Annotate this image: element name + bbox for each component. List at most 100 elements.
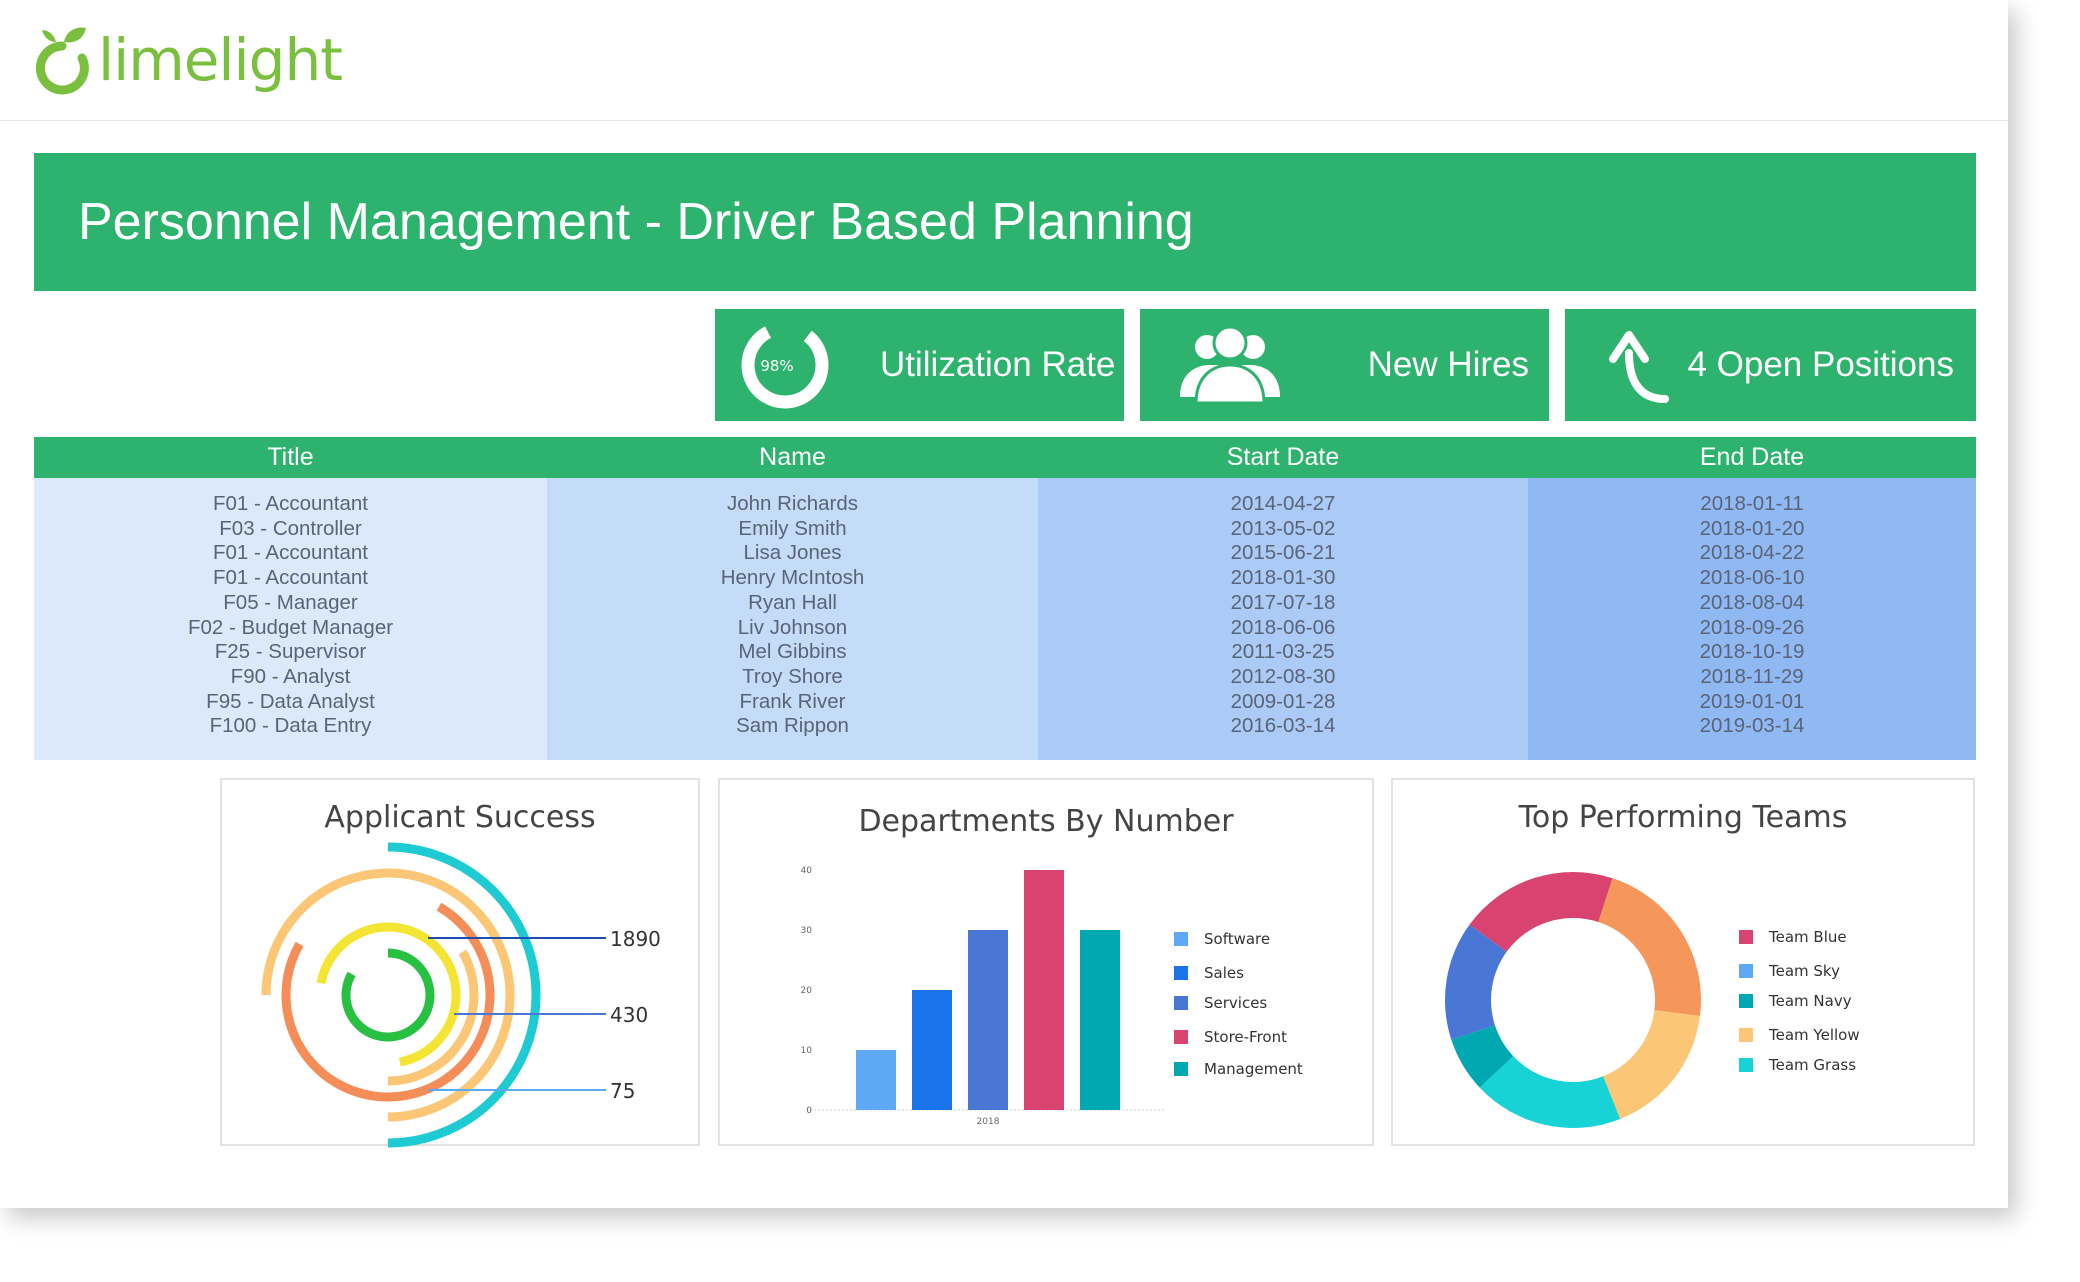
teams-chart (1445, 872, 1701, 1128)
legend-item[interactable]: Team Navy (1739, 992, 1852, 1010)
legend-item[interactable]: Team Yellow (1739, 1026, 1860, 1044)
kpi-new-hires-label: New Hires (1367, 345, 1529, 384)
legend-item[interactable]: Team Blue (1739, 928, 1847, 946)
departments-chart: 0 10 20 30 40 2018 (801, 866, 1166, 1127)
cell-end-date: 2018-01-20 (1699, 516, 1805, 540)
cell-end-date: 2018-08-04 (1699, 590, 1805, 614)
bar[interactable] (1080, 930, 1120, 1110)
cell-title: F01 - Accountant (213, 541, 368, 565)
kpi-utilization-label: Utilization Rate (880, 345, 1116, 384)
annotation-label: 430 (610, 1003, 648, 1027)
cell-start-date: 2013-05-02 (1230, 516, 1336, 540)
legend-item[interactable]: Sales (1174, 964, 1244, 982)
column-start-dates: 2014-04-27 2013-05-02 2015-06-21 2018-01-30… (1038, 478, 1528, 760)
cell-name: Frank River (739, 689, 846, 713)
arrow-up-curved-icon (1609, 331, 1669, 403)
cell-end-date: 2018-06-10 (1699, 566, 1805, 590)
legend-label: Sales (1204, 964, 1244, 982)
cell-name: Sam Rippon (736, 714, 849, 738)
radial-ring (341, 948, 435, 1042)
legend-swatch (1174, 966, 1188, 980)
page-title: Personnel Management - Driver Based Plan… (78, 193, 1194, 251)
teams-card: Top Performing Teams Team Blue Team Sky Te… (1391, 778, 1975, 1146)
utilization-percent: 98% (760, 357, 793, 375)
cell-start-date: 2015-06-21 (1230, 541, 1336, 565)
cell-name: Lisa Jones (743, 541, 842, 565)
kpi-open-positions-label: 4 Open Positions (1687, 345, 1954, 384)
cell-end-date: 2018-01-11 (1700, 492, 1804, 515)
cell-title: F25 - Supervisor (214, 640, 367, 664)
legend-label: Store-Front (1204, 1028, 1287, 1046)
cell-title: F01 - Accountant (213, 566, 368, 590)
column-header-name[interactable]: Name (547, 437, 1038, 478)
legend-swatch (1174, 1062, 1188, 1076)
cell-end-date: 2018-11-29 (1700, 664, 1804, 688)
cell-start-date: 2017-07-18 (1230, 590, 1336, 614)
cell-end-date: 2018-10-19 (1699, 640, 1805, 664)
kpi-new-hires[interactable]: New Hires (1140, 309, 1549, 421)
y-tick-label: 10 (801, 1046, 813, 1056)
legend-swatch (1174, 996, 1188, 1010)
cell-title: F02 - Budget Manager (187, 615, 394, 639)
column-header-start-date[interactable]: Start Date (1038, 437, 1528, 478)
cell-start-date: 2018-01-30 (1230, 566, 1336, 590)
column-header-end-date[interactable]: End Date (1528, 437, 1976, 478)
cell-end-date: 2019-01-01 (1699, 689, 1805, 713)
table-header: Title Name Start Date End Date (34, 437, 1976, 478)
logo[interactable]: limelight (26, 20, 343, 100)
table-body: F01 - Accountant F03 - Controller F01 - Ac… (34, 478, 1976, 760)
y-tick-label: 30 (801, 926, 813, 936)
legend-label: Team Blue (1769, 928, 1847, 946)
legend-swatch (1174, 932, 1188, 946)
donut-slice[interactable] (1469, 872, 1613, 952)
legend-item[interactable]: Team Sky (1739, 962, 1840, 980)
bar[interactable] (856, 1050, 896, 1110)
bar[interactable] (968, 930, 1008, 1110)
column-end-dates: 2018-01-11 2018-01-20 2018-04-22 2018-06-10… (1528, 478, 1976, 760)
legend-item[interactable]: Team Grass (1739, 1056, 1856, 1074)
cell-start-date: 2011-03-25 (1231, 640, 1335, 664)
legend-item[interactable]: Software (1174, 930, 1270, 948)
cell-title: F05 - Manager (223, 590, 358, 614)
cell-name: Troy Shore (742, 664, 843, 688)
legend-label: Team Yellow (1769, 1026, 1860, 1044)
legend-label: Team Sky (1769, 962, 1840, 980)
legend-swatch (1174, 1030, 1188, 1044)
legend-swatch (1739, 1028, 1753, 1042)
bar[interactable] (912, 990, 952, 1110)
legend-swatch (1739, 930, 1753, 944)
cell-name: Ryan Hall (748, 590, 837, 614)
legend-label: Management (1204, 1060, 1303, 1078)
departments-card: Departments By Number 0 10 20 30 40 2018 Soft… (718, 778, 1374, 1146)
applicant-success-card: Applicant Success 1890 430 75 (220, 778, 700, 1148)
ring-gauge-icon: 98% (741, 321, 829, 409)
cell-name: Emily Smith (738, 516, 847, 540)
users-group-icon (1180, 325, 1280, 405)
column-header-title[interactable]: Title (34, 437, 547, 478)
legend-item[interactable]: Services (1174, 994, 1267, 1012)
kpi-open-positions[interactable]: 4 Open Positions (1565, 309, 1976, 421)
page-banner: Personnel Management - Driver Based Plan… (34, 153, 1976, 291)
kpi-utilization-rate[interactable]: 98% Utilization Rate (715, 309, 1124, 421)
cell-title: F01 - Accountant (213, 492, 368, 515)
top-bar: limelight (0, 0, 2008, 121)
cell-start-date: 2012-08-30 (1230, 664, 1336, 688)
cell-name: Liv Johnson (737, 615, 848, 639)
cell-end-date: 2019-03-14 (1699, 714, 1805, 738)
cell-name: Mel Gibbins (738, 640, 847, 664)
legend-label: Team Navy (1769, 992, 1852, 1010)
y-tick-label: 20 (801, 986, 813, 996)
legend-label: Services (1204, 994, 1268, 1012)
bar[interactable] (1024, 870, 1064, 1110)
donut-slice[interactable] (1598, 878, 1701, 1017)
legend-item[interactable]: Store-Front (1174, 1028, 1287, 1046)
cell-end-date: 2018-04-22 (1699, 541, 1805, 565)
donut-slice[interactable] (1603, 1010, 1700, 1120)
dashboard-frame: limelight Personnel Management - Driver … (0, 0, 2008, 1208)
cell-start-date: 2016-03-14 (1230, 714, 1336, 738)
lime-logo-icon (35, 27, 89, 95)
legend-item[interactable]: Management (1174, 1060, 1303, 1078)
annotation-label: 1890 (610, 927, 661, 951)
y-tick-label: 0 (806, 1106, 812, 1116)
cell-start-date: 2014-04-27 (1230, 492, 1336, 515)
